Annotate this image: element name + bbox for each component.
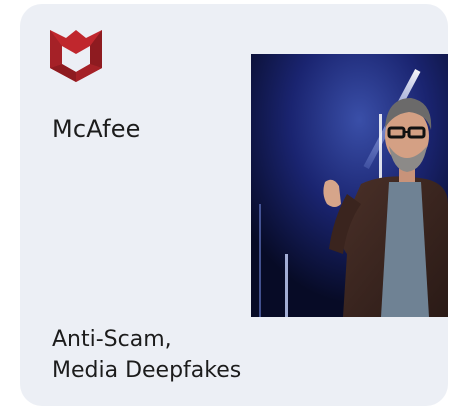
tag-anti-scam: Anti-Scam,	[52, 327, 172, 352]
mcafee-logo-icon	[50, 26, 102, 82]
brand-name: McAfee	[52, 115, 141, 143]
speaker-image	[251, 54, 448, 317]
tag-media-deepfakes: Media Deepfakes	[52, 358, 242, 383]
company-card[interactable]: McAfee Anti-Scam, Media Deepfakes	[20, 4, 448, 406]
category-tags: Anti-Scam, Media Deepfakes	[52, 324, 241, 386]
